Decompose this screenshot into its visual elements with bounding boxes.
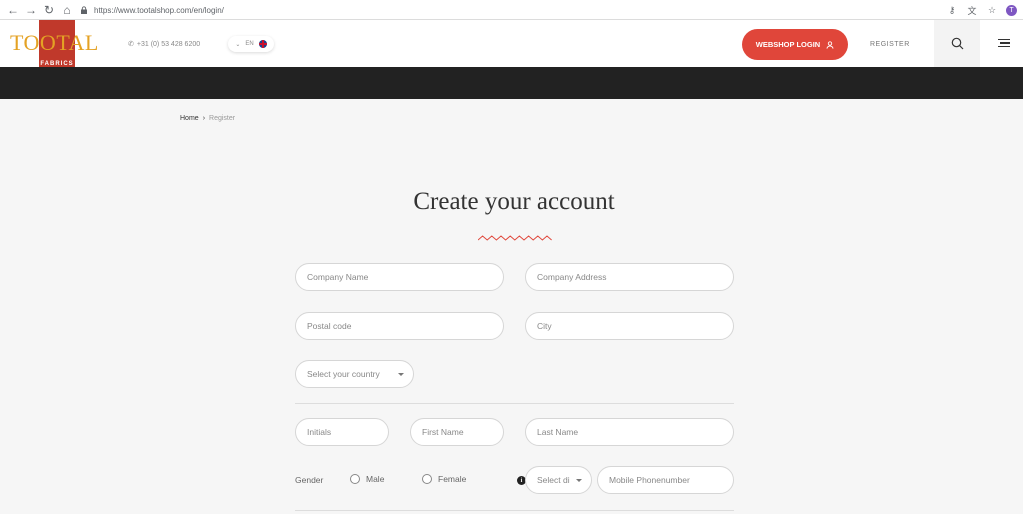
company-name-placeholder: Company Name: [307, 272, 369, 282]
phone-icon: ✆: [128, 41, 134, 48]
postal-code-input[interactable]: Postal code: [295, 312, 504, 340]
reload-icon[interactable]: ↻: [40, 1, 58, 19]
home-icon[interactable]: ⌂: [58, 1, 76, 19]
last-name-placeholder: Last Name: [537, 427, 579, 437]
first-name-input[interactable]: First Name: [410, 418, 504, 446]
search-icon: [951, 37, 963, 50]
site-header: FABRICS TOOTAL ✆ +31 (0) 53 428 6200 ⌄ E…: [0, 20, 1023, 70]
logo-text: TOOTAL: [10, 30, 99, 55]
radio-circle-icon: [350, 474, 360, 484]
page-title: Create your account: [413, 188, 615, 215]
phone-number[interactable]: ✆ +31 (0) 53 428 6200: [128, 40, 201, 49]
language-selector[interactable]: ⌄ EN: [228, 36, 274, 52]
squiggle-divider: [478, 235, 552, 241]
country-select-value: Select your country: [307, 369, 380, 379]
register-link[interactable]: REGISTER: [870, 41, 910, 48]
gender-female-label: Female: [438, 474, 467, 484]
caret-down-icon: [398, 372, 404, 376]
webshop-login-label: WEBSHOP LOGIN: [755, 40, 821, 49]
company-address-input[interactable]: Company Address: [525, 263, 734, 291]
form-divider: [295, 510, 734, 511]
initials-placeholder: Initials: [307, 427, 332, 437]
caret-down-icon: [576, 478, 582, 482]
radio-circle-icon: [422, 474, 432, 484]
url-path: /en/login/: [191, 5, 224, 15]
company-name-input[interactable]: Company Name: [295, 263, 504, 291]
breadcrumb: Home › Register: [180, 115, 235, 122]
postal-code-placeholder: Postal code: [307, 321, 352, 331]
last-name-input[interactable]: Last Name: [525, 418, 734, 446]
logo[interactable]: FABRICS TOOTAL: [10, 20, 99, 70]
dial-code-value: Select di: [537, 475, 570, 485]
form-divider: [295, 403, 734, 404]
chevron-down-icon: ⌄: [235, 41, 241, 48]
initials-input[interactable]: Initials: [295, 418, 389, 446]
phone-text: +31 (0) 53 428 6200: [136, 40, 201, 48]
star-icon[interactable]: ☆: [986, 4, 998, 16]
search-button[interactable]: [934, 20, 980, 67]
gender-label: Gender: [295, 475, 324, 485]
mobile-phone-input[interactable]: Mobile Phonenumber: [597, 466, 734, 494]
flag-uk-icon: [258, 40, 267, 48]
translate-icon[interactable]: 文: [966, 4, 978, 16]
dial-code-select[interactable]: Select di: [525, 466, 592, 494]
user-icon: [826, 40, 834, 49]
gender-male-label: Male: [366, 474, 385, 484]
city-input[interactable]: City: [525, 312, 734, 340]
breadcrumb-home[interactable]: Home: [180, 115, 199, 122]
gender-female-radio[interactable]: Female: [422, 474, 466, 484]
menu-icon[interactable]: [990, 35, 1010, 51]
browser-toolbar: ← → ↻ ⌂ https://www.tootalshop.com/en/lo…: [0, 0, 1023, 20]
webshop-login-button[interactable]: WEBSHOP LOGIN: [742, 29, 848, 60]
hero-band: [0, 67, 1023, 99]
city-placeholder: City: [537, 321, 552, 331]
key-icon[interactable]: ⚷: [946, 4, 958, 16]
language-code: EN: [245, 41, 254, 47]
lock-icon: [81, 6, 87, 14]
mobile-phone-placeholder: Mobile Phonenumber: [609, 475, 690, 485]
address-bar[interactable]: https://www.tootalshop.com/en/login/: [80, 2, 520, 18]
forward-icon[interactable]: →: [22, 1, 40, 19]
first-name-placeholder: First Name: [422, 427, 464, 437]
company-address-placeholder: Company Address: [537, 272, 607, 282]
url-host: https://www.tootalshop.com: [94, 5, 192, 15]
country-select[interactable]: Select your country: [295, 360, 414, 388]
profile-avatar[interactable]: T: [1006, 4, 1017, 16]
gender-male-radio[interactable]: Male: [350, 474, 384, 484]
chevron-right-icon: ›: [202, 115, 206, 122]
back-icon[interactable]: ←: [4, 1, 22, 19]
breadcrumb-current: Register: [209, 115, 236, 122]
